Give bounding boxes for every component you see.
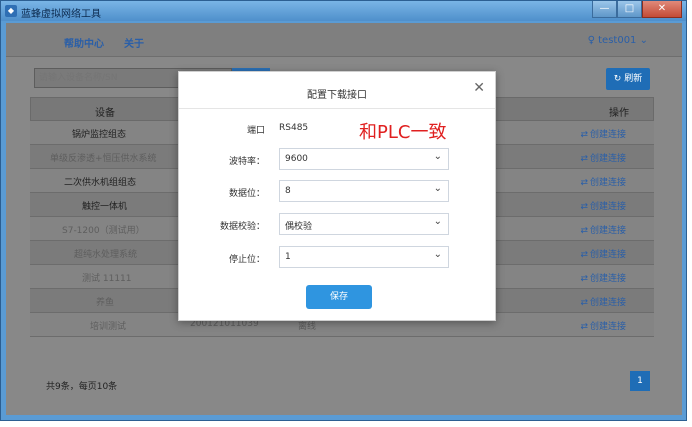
close-icon[interactable]: ✕ [473,80,485,96]
device-name: 培训测试 [90,322,127,332]
user-name: test001 [598,35,637,46]
baud-rate-select[interactable]: 9600 ⌄ [279,148,449,170]
page-button[interactable]: 1 [630,371,650,391]
link-icon: ⇄ [580,226,588,236]
refresh-button[interactable]: ↻ 刷新 [606,68,650,90]
port-value: RS485 [279,123,309,133]
divider [179,108,495,109]
parity-value: 偶校验 [285,222,313,232]
chevron-down-icon: ⌄ [433,216,442,227]
device-name: S7-1200（测试用） [62,226,145,236]
window-controls: — □ ✕ [592,1,682,18]
help-center-link[interactable]: 帮助中心 [64,35,104,50]
link-icon: ⇄ [580,130,588,140]
create-connection-link[interactable]: ⇄ 创建连接 [580,247,626,260]
baud-rate-value: 9600 [285,154,308,164]
chevron-down-icon: ⌄ [433,151,442,162]
create-connection-link[interactable]: ⇄ 创建连接 [580,271,626,284]
top-nav: 帮助中心 关于 ♀ test001 ⌄ [6,23,682,57]
link-icon: ⇄ [580,322,588,332]
device-name: 养鱼 [96,298,115,308]
device-name: 超纯水处理系统 [74,250,138,260]
window-title: 蓝蜂虚拟网络工具 [21,9,101,20]
stop-bits-value: 1 [285,252,291,262]
about-link[interactable]: 关于 [124,35,144,50]
parity-label: 数据校验： [219,222,265,232]
title-bar: ◆ 蓝蜂虚拟网络工具 — □ ✕ [1,1,686,21]
create-connection-link[interactable]: ⇄ 创建连接 [580,199,626,212]
device-name: 测试 11111 [82,274,132,284]
device-name: 锅炉监控组态 [72,130,127,140]
app-icon: ◆ [5,5,17,17]
dialog-title: 配置下载接口 [307,90,367,101]
port-label: 端口 [246,126,265,136]
stop-bits-select[interactable]: 1 ⌄ [279,246,449,268]
link-icon: ⇄ [580,178,588,188]
chevron-down-icon: ⌄ [433,249,442,260]
baud-rate-label: 波特率： [228,157,265,167]
link-icon: ⇄ [580,202,588,212]
link-icon: ⇄ [580,298,588,308]
create-connection-link[interactable]: ⇄ 创建连接 [580,223,626,236]
user-icon: ♀ [587,35,595,46]
data-bits-label: 数据位： [228,189,265,199]
create-connection-link[interactable]: ⇄ 创建连接 [580,151,626,164]
device-name: 触控一体机 [82,202,128,212]
device-name: 二次供水机组组态 [64,178,137,188]
link-icon: ⇄ [580,274,588,284]
stop-bits-label: 停止位： [228,255,265,265]
link-icon: ⇄ [580,154,588,164]
config-download-dialog: 配置下载接口 ✕ 端口 RS485 和PLC一致 波特率： 9600 ⌄ 数据位… [178,71,496,321]
header-action: 操作 [609,108,629,119]
create-connection-link[interactable]: ⇄ 创建连接 [580,295,626,308]
annotation-text: 和PLC一致 [359,122,447,143]
data-bits-value: 8 [285,186,291,196]
minimize-button[interactable]: — [592,1,617,18]
refresh-label: 刷新 [624,74,643,84]
save-button[interactable]: 保存 [306,285,372,309]
close-window-button[interactable]: ✕ [642,1,682,18]
device-name: 单级反渗透+恒压供水系统 [50,154,157,164]
pagination-summary: 共9条，每页10条 [46,382,118,392]
parity-select[interactable]: 偶校验 ⌄ [279,213,449,235]
create-connection-link[interactable]: ⇄ 创建连接 [580,175,626,188]
link-icon: ⇄ [580,250,588,260]
user-menu[interactable]: ♀ test001 ⌄ [588,35,648,46]
header-device: 设备 [95,108,115,119]
maximize-button[interactable]: □ [617,1,642,18]
create-connection-link[interactable]: ⇄ 创建连接 [580,127,626,140]
data-bits-select[interactable]: 8 ⌄ [279,180,449,202]
chevron-down-icon: ⌄ [433,183,442,194]
refresh-icon: ↻ [613,74,622,84]
create-connection-link[interactable]: ⇄ 创建连接 [580,319,626,332]
chevron-down-icon: ⌄ [639,35,648,46]
